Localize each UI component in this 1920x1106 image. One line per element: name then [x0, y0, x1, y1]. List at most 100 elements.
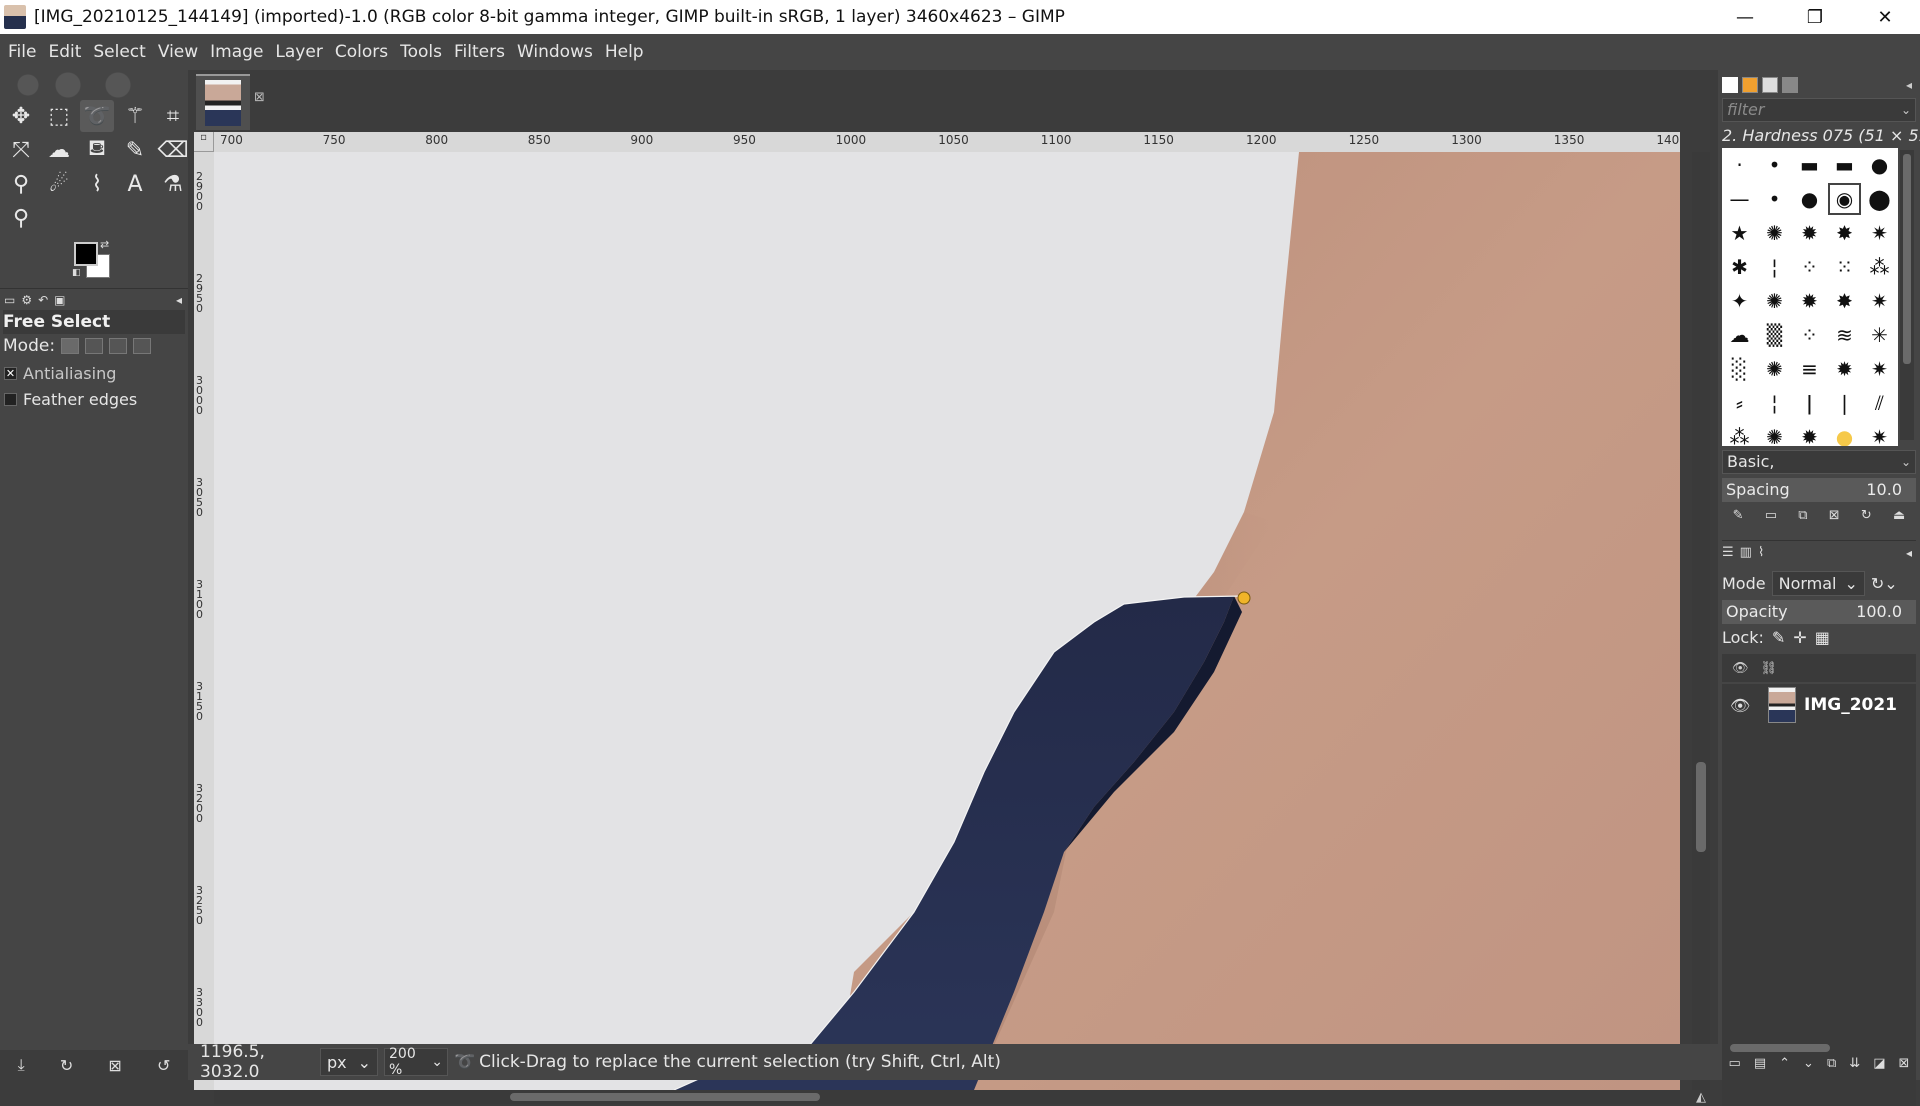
open-brush-icon[interactable]: ⏏ [1893, 508, 1905, 530]
menu-windows[interactable]: Windows [511, 42, 599, 62]
selection-handle[interactable] [1237, 591, 1251, 605]
fonts-tab[interactable] [1762, 77, 1778, 93]
device-status-tab-icon[interactable]: ⚙ [21, 293, 32, 307]
brush-item[interactable]: ⁘ [1792, 318, 1827, 352]
paintbrush-tool-icon[interactable]: ✎ [118, 134, 152, 166]
brush-item[interactable]: ✷ [1862, 420, 1897, 446]
horizontal-scrollbar[interactable] [214, 1090, 1680, 1104]
zoom-select[interactable]: 200 % ⌄ [384, 1046, 448, 1078]
lower-layer-icon[interactable]: ⌄ [1803, 1056, 1814, 1078]
brushes-tab[interactable] [1722, 77, 1738, 93]
brush-item[interactable]: ✷ [1862, 216, 1897, 250]
raise-layer-icon[interactable]: ⌃ [1779, 1056, 1790, 1078]
paths-tool-icon[interactable]: ⌇ [80, 168, 114, 200]
eraser-tool-icon[interactable]: ⌫ [156, 134, 190, 166]
close-button[interactable]: ✕ [1850, 0, 1920, 34]
feather-edges-option[interactable]: Feather edges [4, 390, 137, 409]
brush-item[interactable]: ✺ [1757, 420, 1792, 446]
brush-grid[interactable]: · • ▬ ▬ ● — • ● ◉ ⬤ ★ ✺ ✹ ✸ ✷ ✱ ¦ ⁘ ⁙ ⁂ ✦ ✺ ✹ ✸ ✷ ☁ ▒ ⁘ ≋ ✳ ░ ✺ ≡ ✹ ✷ ⸗ ¦ ǀ ❘ ⫽… [1722, 148, 1898, 446]
smudge-tool-icon[interactable]: ☄ [42, 168, 76, 200]
text-tool-icon[interactable]: A [118, 168, 152, 200]
duplicate-brush-icon[interactable]: ⧉ [1798, 508, 1807, 530]
close-image-icon[interactable]: ⊠ [254, 90, 265, 105]
reset-options-icon[interactable]: ↺ [157, 1056, 170, 1075]
brush-item[interactable]: ✷ [1862, 352, 1897, 386]
image-canvas[interactable] [214, 152, 1680, 1090]
brush-item[interactable]: ● [1792, 182, 1827, 216]
menu-colors[interactable]: Colors [329, 42, 394, 62]
foreground-color[interactable] [74, 242, 98, 266]
menu-view[interactable]: View [152, 42, 204, 62]
zoom-tool-icon[interactable]: ⚲ [4, 202, 38, 234]
minimize-button[interactable]: — [1710, 0, 1780, 34]
opacity-slider[interactable]: Opacity 100.0 [1722, 600, 1916, 624]
brush-item[interactable]: ✦ [1722, 284, 1757, 318]
brush-item[interactable]: ✸ [1827, 284, 1862, 318]
layer-name[interactable]: IMG_2021 [1804, 695, 1897, 715]
unit-select[interactable]: px ⌄ [320, 1048, 378, 1076]
mode-subtract-button[interactable] [109, 338, 128, 354]
brush-item[interactable]: ✸ [1827, 216, 1862, 250]
brush-filter-input[interactable]: filter ⌄ [1722, 98, 1916, 122]
color-picker-tool-icon[interactable]: ⚗ [156, 168, 190, 200]
mask-layer-icon[interactable]: ◪ [1873, 1056, 1885, 1078]
brush-item[interactable]: ⫽ [1862, 386, 1897, 420]
brush-item[interactable]: ǀ [1792, 386, 1827, 420]
brush-item[interactable]: ✺ [1757, 352, 1792, 386]
brush-item[interactable]: ≡ [1792, 352, 1827, 386]
brush-item[interactable]: · [1722, 148, 1757, 182]
brush-item[interactable]: ⁘ [1792, 250, 1827, 284]
delete-brush-icon[interactable]: ⊠ [1829, 508, 1840, 530]
menu-file[interactable]: File [2, 42, 42, 62]
image-tab[interactable] [196, 74, 250, 130]
brush-item[interactable]: ✺ [1757, 284, 1792, 318]
brush-item[interactable]: ⁂ [1862, 250, 1897, 284]
layer-mode-select[interactable]: Normal ⌄ [1771, 570, 1865, 596]
layers-hscrollbar[interactable] [1726, 1040, 1912, 1054]
horizontal-scroll-thumb[interactable] [510, 1093, 820, 1101]
brush-item[interactable]: ⬤ [1862, 182, 1897, 216]
vertical-scrollbar[interactable] [1692, 152, 1710, 1090]
images-tab-icon[interactable]: ▣ [54, 293, 65, 307]
save-options-icon[interactable]: ⤓ [18, 1055, 25, 1075]
brush-item[interactable]: ● [1827, 420, 1862, 446]
configure-tab-icon[interactable]: ◂ [1906, 78, 1912, 92]
brush-item[interactable]: ≋ [1827, 318, 1862, 352]
brush-item[interactable]: ▬ [1827, 148, 1862, 182]
unified-transform-tool-icon[interactable]: ⤧ [4, 134, 38, 166]
duplicate-layer-icon[interactable]: ⧉ [1827, 1056, 1836, 1078]
vertical-ruler[interactable]: 2900 2950 3000 3050 3100 3150 3200 3250 3300 [194, 152, 214, 1090]
layer-composite-icon[interactable]: ↻⌄ [1871, 574, 1898, 593]
brush-item[interactable]: ✹ [1792, 216, 1827, 250]
brush-item[interactable]: ⸗ [1722, 386, 1757, 420]
spacing-slider[interactable]: Spacing 10.0 [1722, 478, 1916, 502]
menu-layer[interactable]: Layer [269, 42, 328, 62]
configure-tab-icon[interactable]: ◂ [1906, 546, 1912, 560]
brush-item[interactable]: ✳ [1862, 318, 1897, 352]
brush-item[interactable]: ☁ [1722, 318, 1757, 352]
layer-row[interactable]: 👁 IMG_2021 [1722, 684, 1916, 726]
lock-alpha-icon[interactable]: ▦ [1815, 628, 1830, 647]
new-layer-group-icon[interactable]: ▤ [1754, 1056, 1766, 1078]
mode-replace-button[interactable] [61, 338, 80, 354]
rect-select-tool-icon[interactable]: ⬚ [42, 100, 76, 132]
brush-item[interactable]: ✹ [1792, 420, 1827, 446]
feather-edges-checkbox[interactable] [4, 393, 17, 406]
brush-item[interactable]: ★ [1722, 216, 1757, 250]
restore-options-icon[interactable]: ↻ [60, 1056, 73, 1075]
lock-position-icon[interactable]: ✛ [1793, 628, 1806, 647]
menu-filters[interactable]: Filters [448, 42, 511, 62]
menu-edit[interactable]: Edit [42, 42, 87, 62]
brush-item[interactable]: ● [1862, 148, 1897, 182]
brush-item[interactable]: ◉ [1827, 182, 1862, 216]
undo-history-tab-icon[interactable]: ↶ [38, 293, 48, 307]
edit-brush-icon[interactable]: ✎ [1733, 508, 1744, 530]
brush-item[interactable]: ❘ [1827, 386, 1862, 420]
brush-item[interactable]: — [1722, 182, 1757, 216]
horizontal-ruler[interactable]: 700 750 800 850 900 950 1000 1050 1100 1150 1200 12… [214, 132, 1680, 152]
menu-help[interactable]: Help [599, 42, 650, 62]
antialiasing-option[interactable]: ✕ Antialiasing [4, 364, 116, 383]
brush-item[interactable]: ✹ [1792, 284, 1827, 318]
configure-tab-icon[interactable]: ◂ [176, 293, 182, 307]
warp-transform-tool-icon[interactable]: ☁ [42, 134, 76, 166]
